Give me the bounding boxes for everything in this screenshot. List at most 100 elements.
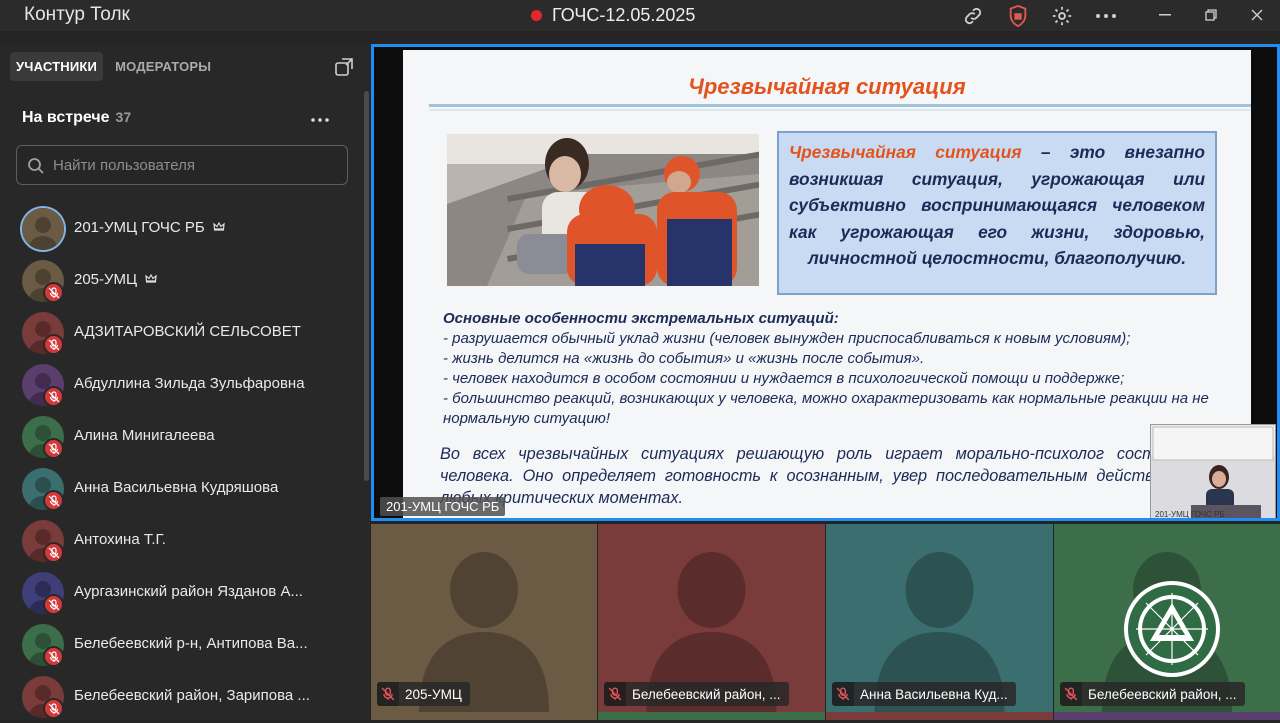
restore-icon[interactable] — [1199, 4, 1223, 26]
participant-name: Аургазинский район Язданов А... — [74, 583, 303, 600]
minimize-icon[interactable] — [1153, 4, 1177, 26]
mic-off-icon — [43, 698, 64, 719]
meeting-title-group: ГОЧС-12.05.2025 — [531, 5, 695, 26]
mic-off-icon — [43, 542, 64, 563]
participant-row[interactable]: Анна Васильевна Кудряшова — [0, 463, 364, 515]
participant-name-text: Анна Васильевна Кудряшова — [74, 479, 279, 496]
shield-icon[interactable] — [1006, 4, 1030, 28]
participant-row[interactable]: Алина Минигалеева — [0, 411, 364, 463]
slide-divider — [429, 109, 1251, 111]
participant-name-text: 201-УМЦ ГОЧС РБ — [74, 219, 205, 236]
next-row-tile[interactable] — [826, 712, 1053, 720]
participant-tile[interactable]: 205-УМЦ — [371, 524, 597, 712]
tab-participants[interactable]: УЧАСТНИКИ — [10, 52, 104, 81]
participant-name: АДЗИТАРОВСКИЙ СЕЛЬСОВЕТ — [74, 323, 301, 340]
tile-label: Белебеевский район, ... — [604, 682, 789, 706]
participant-row[interactable]: Белебеевский район, Зарипова ... — [0, 671, 364, 723]
slide-conclusion: Во всех чрезвычайных ситуациях решающую … — [440, 445, 1200, 507]
participant-row[interactable]: АДЗИТАРОВСКИЙ СЕЛЬСОВЕТ — [0, 307, 364, 359]
tile-label: Анна Васильевна Куд... — [832, 682, 1016, 706]
gear-icon[interactable] — [1050, 4, 1074, 28]
mic-off-icon — [43, 490, 64, 511]
mic-off-icon — [43, 386, 64, 407]
mic-off-icon — [604, 682, 626, 706]
participant-row[interactable]: Белебеевский р-н, Антипова Ва... — [0, 619, 364, 671]
mic-off-icon — [43, 438, 64, 459]
main-video-label: 201-УМЦ ГОЧС РБ — [380, 497, 506, 516]
tile-label: 205-УМЦ — [377, 682, 470, 706]
participant-name-text: Аургазинский район Язданов А... — [74, 583, 303, 600]
participant-name: Анна Васильевна Кудряшова — [74, 479, 278, 496]
more-icon[interactable] — [1094, 4, 1118, 28]
mic-off-icon — [43, 594, 64, 615]
participant-name: Алина Минигалеева — [74, 427, 215, 444]
participant-row[interactable]: Антохина Т.Г. — [0, 515, 364, 567]
app-title: Контур Толк — [24, 4, 130, 25]
avatar — [22, 208, 64, 250]
participants-sidebar: УЧАСТНИКИ МОДЕРАТОРЫ На встрече 37 201-УМ… — [0, 43, 370, 720]
pip-label: 201-УМЦ ГОЧС РБ — [1155, 510, 1225, 519]
search-input[interactable] — [53, 154, 333, 176]
participant-name-text: 205-УМЦ — [74, 271, 138, 288]
feature-item: - разрушается обычный уклад жизни (челов… — [443, 330, 1131, 347]
participant-list: 201-УМЦ ГОЧС РБ 205-УМЦ АДЗИТАРОВСКИЙ СЕЛЬ… — [0, 203, 364, 723]
participant-name: Антохина Т.Г. — [74, 531, 166, 548]
title-bar: Контур Толк ГОЧС-12.05.2025 — [0, 0, 1280, 31]
mic-off-icon — [43, 282, 64, 303]
popout-icon[interactable] — [334, 55, 356, 77]
participant-name: 205-УМЦ — [74, 271, 157, 288]
presentation-slide: Чрезвычайная ситуация Чрезвычайная ситуа… — [403, 50, 1276, 518]
tile-label: Белебеевский район, ... — [1060, 682, 1245, 706]
main-video[interactable]: Чрезвычайная ситуация Чрезвычайная ситуа… — [371, 44, 1280, 521]
recording-icon — [531, 10, 542, 21]
participant-row[interactable]: 201-УМЦ ГОЧС РБ — [0, 203, 364, 255]
participants-count: На встрече 37 — [22, 109, 131, 127]
section-label: На встрече — [22, 109, 110, 126]
participant-name-text: АДЗИТАРОВСКИЙ СЕЛЬСОВЕТ — [74, 323, 301, 340]
next-row-tile[interactable] — [598, 712, 825, 720]
search-icon — [28, 158, 44, 174]
mic-off-icon — [832, 682, 854, 706]
participant-name: Белебеевский район, Зарипова ... — [74, 687, 310, 704]
participant-name: 201-УМЦ ГОЧС РБ — [74, 219, 225, 236]
next-row-tile[interactable] — [371, 712, 597, 720]
scrollbar[interactable] — [364, 91, 369, 481]
definition-term: Чрезвычайная ситуация — [789, 142, 1022, 162]
participant-row[interactable]: Аургазинский район Язданов А... — [0, 567, 364, 619]
slide-photo — [447, 134, 759, 286]
crown-icon — [145, 273, 157, 287]
close-icon[interactable] — [1245, 4, 1269, 26]
participant-tile[interactable]: Белебеевский район, ... — [598, 524, 825, 712]
slide-title: Чрезвычайная ситуация — [688, 74, 966, 99]
next-row-tile[interactable] — [1054, 712, 1280, 720]
tab-moderators[interactable]: МОДЕРАТОРЫ — [109, 52, 217, 81]
features-heading: Основные особенности экстремальных ситуа… — [443, 310, 839, 327]
tile-name: Белебеевский район, ... — [1088, 686, 1237, 702]
meeting-title: ГОЧС-12.05.2025 — [552, 5, 696, 25]
participant-name-text: Абдуллина Зильда Зульфаровна — [74, 375, 305, 392]
mic-off-icon — [377, 682, 399, 706]
link-icon[interactable] — [961, 4, 985, 28]
feature-item: - человек находится в особом состоянии и… — [443, 370, 1125, 387]
participant-name-text: Белебеевский р-н, Антипова Ва... — [74, 635, 308, 652]
tile-name: Анна Васильевна Куд... — [860, 686, 1008, 702]
tile-name: 205-УМЦ — [405, 686, 462, 702]
participant-name-text: Алина Минигалеева — [74, 427, 215, 444]
participant-tile[interactable]: Белебеевский район, ... — [1054, 524, 1280, 712]
crown-icon — [213, 221, 225, 235]
definition-text: Чрезвычайная ситуация – это внезапно воз… — [789, 139, 1205, 272]
features-block: Основные особенности экстремальных ситуа… — [443, 309, 1243, 429]
participant-name: Абдуллина Зильда Зульфаровна — [74, 375, 305, 392]
participant-row[interactable]: 205-УМЦ — [0, 255, 364, 307]
participant-row[interactable]: Абдуллина Зильда Зульфаровна — [0, 359, 364, 411]
search-field[interactable] — [16, 145, 348, 185]
feature-item: - большинство реакций, возникающих у чел… — [443, 390, 1209, 427]
definition-last-line: личностной целостности, благополучию. — [807, 248, 1187, 268]
count-badge: 37 — [115, 109, 132, 125]
list-more-icon[interactable] — [310, 107, 330, 128]
speaker-pip: 201-УМЦ ГОЧС РБ — [1150, 424, 1276, 519]
definition-box: Чрезвычайная ситуация – это внезапно воз… — [777, 131, 1217, 295]
participant-tile[interactable]: Анна Васильевна Куд... — [826, 524, 1053, 712]
participant-name-text: Антохина Т.Г. — [74, 531, 166, 548]
participant-name: Белебеевский р-н, Антипова Ва... — [74, 635, 308, 652]
